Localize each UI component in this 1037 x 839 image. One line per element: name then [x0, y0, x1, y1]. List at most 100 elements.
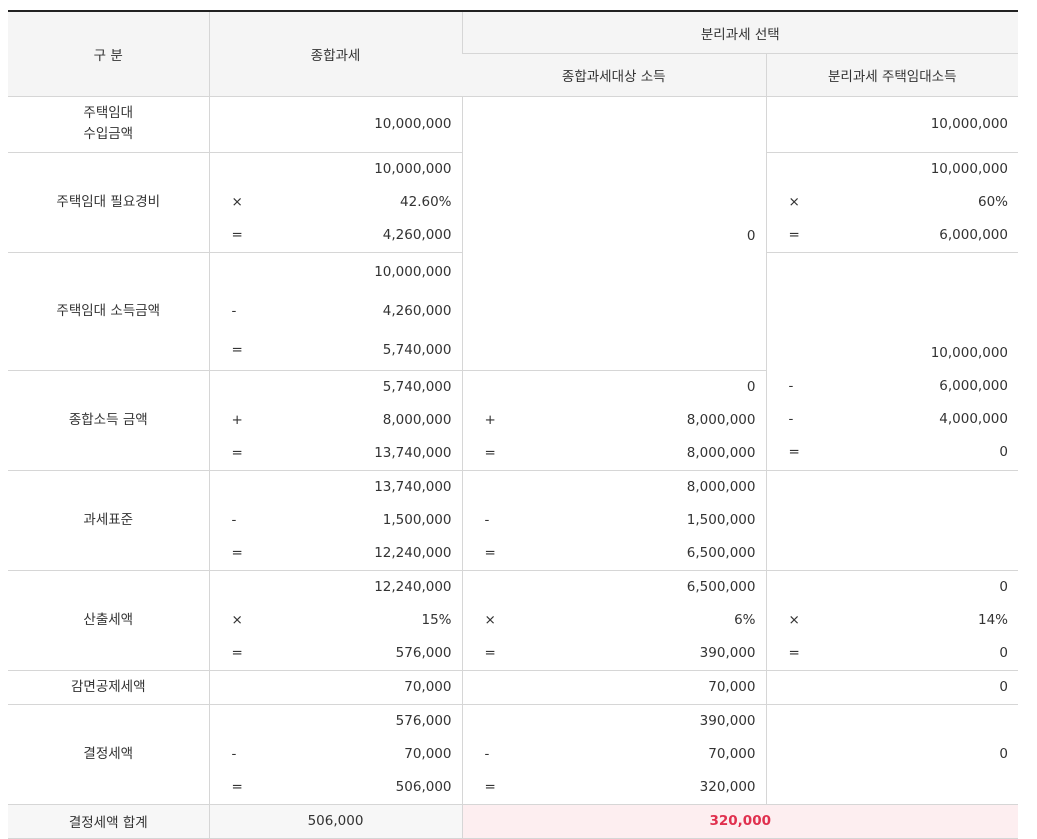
calc-line: × 6% [463, 604, 766, 637]
value: 42.60% [400, 193, 452, 210]
calc-line: = 4,260,000 [210, 219, 462, 252]
table-header: 구 분 종합과세 분리과세 선택 종합과세대상 소득 분리과세 주택임대소득 [8, 11, 1018, 97]
tax-comparison-table: 구 분 종합과세 분리과세 선택 종합과세대상 소득 분리과세 주택임대소득 주… [8, 10, 1018, 839]
row-label: 주택임대 소득금액 [8, 252, 209, 371]
row-calculated-tax: 산출세액 12,240,000 × 15% = 576,000 6,500,000 × 6%… [8, 570, 1019, 671]
row-label: 과세표준 [8, 470, 209, 571]
header-separate-general: 종합과세대상 소득 [462, 53, 766, 97]
separate-general-cell: 6,500,000 × 6% = 390,000 [461, 570, 766, 671]
operator: × [231, 611, 243, 628]
value: 13,740,000 [374, 444, 452, 461]
separate-general-cell: 0 +8,000,000 = 8,000,000 [461, 370, 766, 471]
value: 10,000,000 [374, 115, 452, 132]
calc-line: - 4,000,000 [767, 403, 1019, 436]
header-general: 종합과세 [208, 11, 462, 97]
calc-line: = 0 [767, 637, 1019, 670]
calc-line: = 13,740,000 [210, 437, 462, 470]
operator: = [231, 444, 243, 461]
operator: = [231, 778, 243, 795]
value: 10,000,000 [374, 160, 452, 177]
value: 576,000 [395, 712, 452, 729]
calc-line: × 60% [767, 186, 1019, 219]
separate-general-cell: 70,000 [461, 670, 766, 705]
general-cell: 70,000 [208, 670, 462, 705]
value: 0 [746, 227, 756, 244]
operator: - [231, 302, 237, 319]
calc-line: - 1,500,000 [210, 504, 462, 537]
rental-cell-empty [765, 470, 1018, 571]
value: 8,000,000 [686, 478, 756, 495]
row-label: 산출세액 [8, 570, 209, 671]
row-deduction: 감면공제세액 70,000 70,000 0 [8, 670, 1018, 705]
operator: - [484, 745, 490, 762]
value: 10,000,000 [374, 263, 452, 280]
calc-line: = 0 [767, 436, 1019, 469]
calc-line: 5,740,000 [210, 371, 462, 404]
value: 506,000 [395, 778, 452, 795]
value: 0 [746, 378, 756, 395]
value: 8,000,000 [686, 411, 756, 428]
value: 6,500,000 [686, 544, 756, 561]
operator: = [231, 544, 243, 561]
calc-line: 0 [463, 371, 766, 404]
operator: - [484, 511, 490, 528]
calc-line: 10,000,000 [210, 253, 462, 292]
value: 0 [999, 444, 1008, 460]
operator: = [788, 226, 800, 243]
operator: + [484, 411, 496, 428]
calc-line: 13,740,000 [210, 471, 462, 504]
value: 70,000 [708, 678, 756, 695]
general-cell: 12,240,000 × 15% = 576,000 [208, 570, 462, 671]
operator: × [231, 193, 243, 210]
operator: = [484, 644, 496, 661]
operator: - [231, 745, 237, 762]
value: 0 [999, 644, 1008, 661]
calc-line: - 70,000 [210, 738, 462, 771]
value: 8,000,000 [382, 411, 452, 428]
operator: - [231, 511, 237, 528]
calc-line: 10,000,000 [767, 337, 1019, 370]
calc-line: 0 [767, 571, 1019, 604]
value: 576,000 [395, 644, 452, 661]
calc-line: = 12,240,000 [210, 537, 462, 570]
operator: × [788, 193, 800, 210]
row-label: 주택임대 필요경비 [8, 152, 209, 253]
calc-line: × 15% [210, 604, 462, 637]
value: 5,740,000 [382, 378, 452, 395]
value: 390,000 [699, 712, 756, 729]
calc-line: 8,000,000 [463, 471, 766, 504]
calc-line: × 14% [767, 604, 1019, 637]
operator: × [484, 611, 496, 628]
value: 12,240,000 [374, 544, 452, 561]
calc-line: × 42.60% [210, 186, 462, 219]
row-label-line2: 수입금액 [83, 126, 134, 142]
calc-line: 390,000 [463, 705, 766, 738]
value: 5,740,000 [382, 341, 452, 358]
calc-line: - 70,000 [463, 738, 766, 771]
rental-cell: 10,000,000 [765, 96, 1018, 153]
value: 15% [421, 611, 452, 628]
separate-general-cell: 390,000 - 70,000 = 320,000 [461, 704, 766, 805]
operator: × [788, 611, 800, 628]
calc-line: = 320,000 [463, 771, 766, 804]
value: 14% [977, 611, 1008, 628]
value: 0 [999, 745, 1008, 762]
value: 4,000,000 [939, 411, 1008, 427]
calc-line: 6,500,000 [463, 571, 766, 604]
value: 0 [999, 578, 1008, 595]
row-label: 결정세액 [8, 704, 209, 805]
general-cell: 10,000,000 × 42.60% = 4,260,000 [208, 152, 462, 253]
calc-line: = 576,000 [210, 637, 462, 670]
operator: - [788, 378, 794, 394]
value: 1,500,000 [686, 511, 756, 528]
general-cell: 5,740,000 +8,000,000 = 13,740,000 [208, 370, 462, 471]
value: 13,740,000 [374, 478, 452, 495]
calc-line: - 6,000,000 [767, 370, 1019, 403]
general-cell: 576,000 - 70,000 = 506,000 [208, 704, 462, 805]
operator: = [788, 644, 800, 661]
separate-general-cell: 8,000,000 - 1,500,000 = 6,500,000 [461, 470, 766, 571]
row-total: 결정세액 합계 506,000 320,000 [8, 804, 1018, 839]
calc-line: +8,000,000 [463, 404, 766, 437]
value: 70,000 [708, 745, 756, 762]
header-separate: 분리과세 선택 [461, 11, 1018, 54]
